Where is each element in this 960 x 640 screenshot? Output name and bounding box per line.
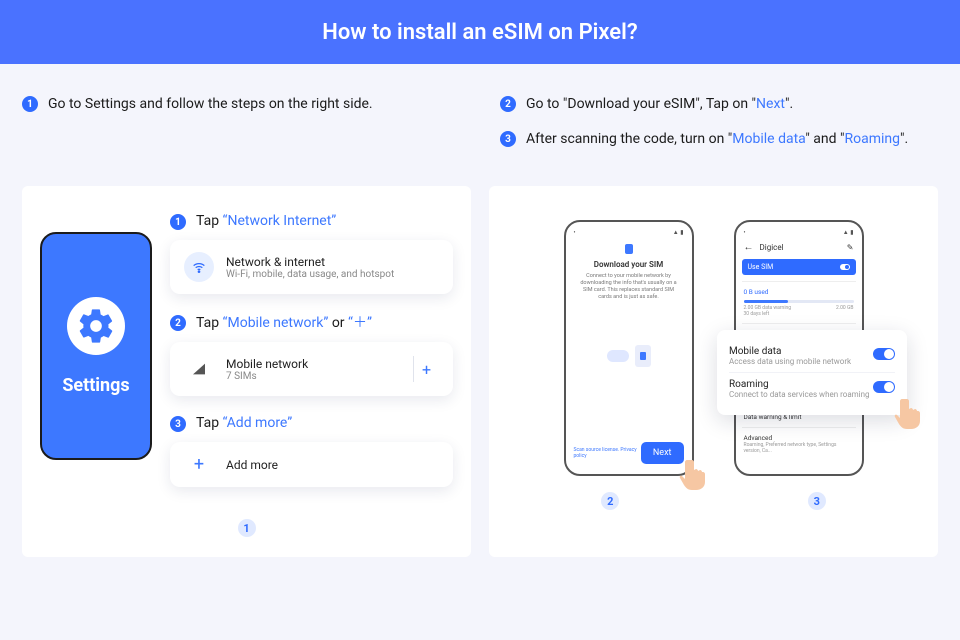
mobile-data-label: Mobile data bbox=[729, 346, 851, 357]
panel-badge-2: 2 bbox=[601, 492, 619, 510]
cloud-icon bbox=[607, 350, 629, 362]
card-network-internet[interactable]: Network & internet Wi-Fi, mobile, data u… bbox=[170, 240, 453, 294]
step-mobile-network: 2 Tap “Mobile network” or “＋” Mobile net… bbox=[170, 312, 453, 396]
phone-label: Settings bbox=[62, 375, 129, 396]
data-limit: 2.00 GB bbox=[836, 305, 854, 317]
pointer-hand-icon bbox=[893, 395, 925, 431]
roaming-label: Roaming bbox=[729, 379, 870, 390]
step-badge-1: 1 bbox=[170, 214, 186, 230]
step-badge-2: 2 bbox=[170, 315, 186, 331]
panel-badge-3: 3 bbox=[808, 492, 826, 510]
days-left: 30 days left bbox=[744, 311, 792, 317]
step-3-text: Tap “Add more” bbox=[196, 415, 292, 431]
toggle-on-icon bbox=[840, 264, 850, 270]
intro-step-1-text: Go to Settings and follow the steps on t… bbox=[48, 94, 373, 115]
fine-print[interactable]: Scan source license. Privacy policy bbox=[574, 447, 641, 459]
step-add-more: 3 Tap “Add more” + Add more bbox=[170, 414, 453, 487]
badge-3: 3 bbox=[500, 131, 516, 147]
overlay-card: Mobile data Access data using mobile net… bbox=[717, 330, 907, 415]
pointer-hand-icon bbox=[678, 456, 710, 492]
carrier-name: Digicel bbox=[760, 243, 784, 252]
card-title: Mobile network bbox=[226, 357, 308, 371]
status-bar: •▲ ▮ bbox=[572, 228, 686, 240]
panel-settings-steps: Settings 1 Tap “Network Internet” bbox=[22, 186, 471, 557]
data-used: 0 B used bbox=[744, 288, 854, 296]
card-mobile-network[interactable]: Mobile network 7 SIMs + bbox=[170, 342, 453, 396]
card-add-more[interactable]: + Add more bbox=[170, 442, 453, 487]
advanced[interactable]: Advanced bbox=[744, 434, 854, 442]
badge-2: 2 bbox=[500, 96, 516, 112]
intro-step-1: 1 Go to Settings and follow the steps on… bbox=[22, 94, 460, 115]
download-sim-title: Download your SIM bbox=[572, 260, 686, 269]
step-1-text: Tap “Network Internet” bbox=[196, 213, 336, 229]
intro-step-2: 2 Go to "Download your eSIM", Tap on "Ne… bbox=[500, 94, 938, 115]
sim-card-icon bbox=[635, 345, 651, 367]
edit-icon[interactable]: ✎ bbox=[847, 243, 854, 252]
page-header: How to install an eSIM on Pixel? bbox=[0, 0, 960, 64]
roaming-toggle[interactable] bbox=[873, 381, 895, 393]
download-sim-desc: Connect to your mobile network by downlo… bbox=[572, 273, 686, 302]
status-bar: •▲ ▮ bbox=[742, 228, 856, 240]
card-sub: Wi-Fi, mobile, data usage, and hotspot bbox=[226, 269, 394, 280]
mobile-data-sub: Access data using mobile network bbox=[729, 357, 851, 366]
phone-download-sim: •▲ ▮ Download your SIM Connect to your m… bbox=[564, 220, 694, 476]
card-sub: 7 SIMs bbox=[226, 371, 308, 382]
intro-step-3: 3 After scanning the code, turn on "Mobi… bbox=[500, 129, 938, 150]
back-arrow-icon[interactable]: ← bbox=[744, 242, 754, 253]
data-usage-bar bbox=[744, 300, 854, 303]
use-sim-toggle[interactable]: Use SIM bbox=[742, 259, 856, 275]
advanced-sub: Roaming, Preferred network type, Setting… bbox=[744, 442, 854, 454]
plus-icon: + bbox=[184, 454, 214, 475]
panel-phone-screens: •▲ ▮ Download your SIM Connect to your m… bbox=[489, 186, 938, 557]
step-2-text: Tap “Mobile network” or “＋” bbox=[196, 312, 372, 332]
signal-icon bbox=[184, 354, 214, 384]
plus-icon[interactable]: + bbox=[413, 356, 439, 382]
panel-badge-1: 1 bbox=[238, 519, 256, 537]
sim-icon bbox=[625, 244, 633, 254]
intro-step-3-text: After scanning the code, turn on "Mobile… bbox=[526, 129, 908, 150]
page-title: How to install an eSIM on Pixel? bbox=[322, 20, 637, 45]
intro-step-2-text: Go to "Download your eSIM", Tap on "Next… bbox=[526, 94, 793, 115]
step-network-internet: 1 Tap “Network Internet” Network & inter… bbox=[170, 212, 453, 294]
wifi-icon bbox=[184, 252, 214, 282]
intro-row: 1 Go to Settings and follow the steps on… bbox=[22, 94, 938, 164]
download-illustration bbox=[572, 328, 686, 384]
gear-icon bbox=[67, 297, 125, 355]
mobile-data-toggle[interactable] bbox=[873, 348, 895, 360]
card-title: Network & internet bbox=[226, 255, 394, 269]
card-title: Add more bbox=[226, 458, 278, 472]
step-badge-3: 3 bbox=[170, 416, 186, 432]
roaming-sub: Connect to data services when roaming bbox=[729, 390, 870, 399]
badge-1: 1 bbox=[22, 96, 38, 112]
phone-illustration: Settings bbox=[40, 232, 152, 460]
